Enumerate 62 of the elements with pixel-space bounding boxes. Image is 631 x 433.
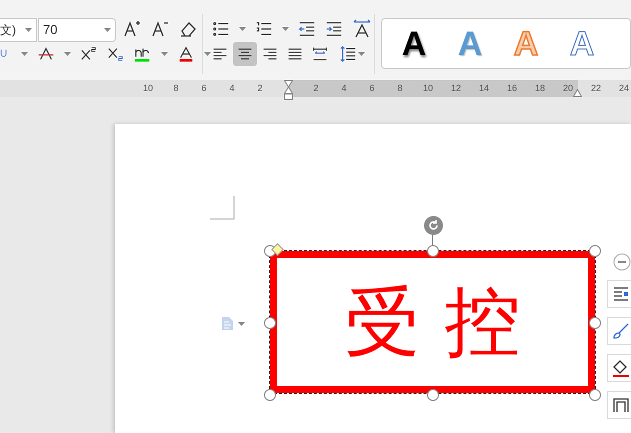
font-size-field[interactable]: 70 xyxy=(38,18,116,42)
collapse-icon[interactable] xyxy=(613,253,631,271)
caret-icon[interactable] xyxy=(21,52,28,56)
align-right-icon xyxy=(262,46,278,62)
subscript-icon[interactable] xyxy=(107,45,125,63)
ruler-number: 18 xyxy=(535,82,545,95)
bullet-list-icon[interactable] xyxy=(212,20,230,38)
caret-icon[interactable] xyxy=(238,322,245,326)
align-center-icon xyxy=(237,46,253,62)
text-box[interactable]: 受 控 xyxy=(270,251,595,393)
align-left-icon xyxy=(212,46,228,62)
caret-icon[interactable] xyxy=(358,52,365,56)
text-style-option[interactable]: A xyxy=(562,26,602,60)
caret-icon[interactable] xyxy=(282,27,289,31)
ruler-number: 24 xyxy=(619,82,629,95)
ruler-number: 12 xyxy=(451,82,461,95)
caret-icon[interactable] xyxy=(25,28,32,32)
ruler-number: 20 xyxy=(563,82,573,95)
ruler-number: 10 xyxy=(423,82,433,95)
margin-corner-mark xyxy=(210,196,235,220)
numbered-list-icon[interactable] xyxy=(255,20,273,38)
brush-icon xyxy=(611,321,631,341)
align-justify-icon xyxy=(287,46,303,62)
ruler-number: 4 xyxy=(342,82,346,95)
ruler-number: 10 xyxy=(143,82,153,95)
grow-font-icon[interactable] xyxy=(122,19,142,39)
indent-marker-icon[interactable] xyxy=(284,80,293,100)
character-spacing-icon[interactable] xyxy=(352,19,372,39)
ruler-number: 8 xyxy=(174,82,178,95)
font-color-icon[interactable] xyxy=(177,45,195,63)
text-style-option[interactable]: A xyxy=(394,26,434,60)
ruler-number: 6 xyxy=(370,82,374,95)
fill-bucket-button[interactable] xyxy=(607,354,631,382)
right-indent-marker-icon[interactable] xyxy=(573,89,582,97)
decrease-indent-icon[interactable] xyxy=(298,20,316,38)
caret-icon[interactable] xyxy=(64,52,71,56)
superscript-icon[interactable] xyxy=(80,45,98,63)
fill-bucket-icon xyxy=(611,358,631,378)
text-style-option[interactable]: A xyxy=(450,26,490,60)
ruler-number: 4 xyxy=(230,82,234,95)
align-center-button[interactable] xyxy=(233,42,257,66)
ruler-number: 8 xyxy=(398,82,402,95)
ruler-number: 2 xyxy=(314,82,318,95)
line-spacing-icon[interactable] xyxy=(339,45,357,63)
ruler-number: 16 xyxy=(507,82,517,95)
ruler-number: 6 xyxy=(202,82,206,95)
rotate-handle-icon[interactable] xyxy=(424,216,443,235)
align-distribute-icon xyxy=(312,46,328,62)
wrap-text-button[interactable] xyxy=(607,280,631,308)
font-name-field[interactable]: 文) xyxy=(0,18,37,42)
brush-button[interactable] xyxy=(607,317,631,345)
increase-indent-icon[interactable] xyxy=(325,20,343,38)
caret-icon[interactable] xyxy=(161,52,168,56)
caret-icon[interactable] xyxy=(239,27,246,31)
shrink-font-icon[interactable] xyxy=(150,19,170,39)
border-frame-button[interactable] xyxy=(607,391,631,419)
ruler-number: 14 xyxy=(479,82,489,95)
ruler-number: 22 xyxy=(591,82,601,95)
caret-icon[interactable] xyxy=(104,28,111,32)
ruler-number: 2 xyxy=(258,82,262,95)
text-box-text: 受 控 xyxy=(344,284,521,360)
caret-icon[interactable] xyxy=(204,52,211,56)
